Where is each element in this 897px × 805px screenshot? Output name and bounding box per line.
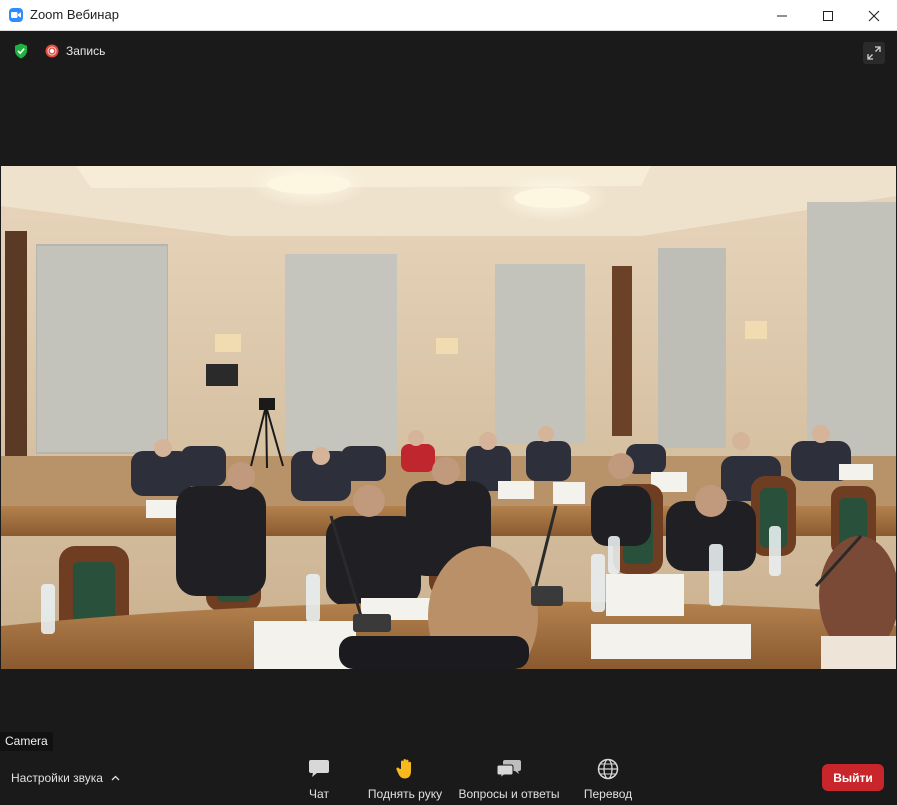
- raise-hand-button[interactable]: Поднять руку: [362, 756, 448, 801]
- window-title: Zoom Вебинар: [30, 7, 119, 22]
- raise-hand-icon: [396, 759, 411, 779]
- shield-check-icon[interactable]: [14, 43, 28, 59]
- translation-label: Перевод: [583, 787, 633, 801]
- qa-label: Вопросы и ответы: [458, 787, 560, 801]
- chat-label: Чат: [309, 787, 329, 801]
- maximize-icon: [823, 10, 833, 21]
- leave-button[interactable]: Выйти: [822, 764, 884, 791]
- qa-icon: [496, 760, 521, 779]
- window-titlebar: Zoom Вебинар: [0, 0, 897, 31]
- chevron-up-icon: [111, 775, 120, 781]
- audio-settings-label: Настройки звука: [11, 771, 103, 785]
- close-button[interactable]: [851, 0, 897, 31]
- minimize-button[interactable]: [759, 0, 805, 31]
- globe-icon: [597, 758, 619, 780]
- chat-button[interactable]: Чат: [300, 756, 338, 801]
- translation-button[interactable]: Перевод: [578, 756, 638, 801]
- recording-label: Запись: [66, 44, 106, 58]
- zoom-app-icon: [9, 8, 23, 22]
- chat-icon: [309, 760, 329, 777]
- fullscreen-icon[interactable]: [863, 42, 885, 64]
- qa-button[interactable]: Вопросы и ответы: [454, 756, 564, 801]
- video-feed: [1, 166, 896, 669]
- raise-hand-label: Поднять руку: [367, 787, 443, 801]
- maximize-button[interactable]: [805, 0, 851, 31]
- audio-settings-button[interactable]: Настройки звука: [11, 771, 120, 785]
- meeting-toolbar: Настройки звука Чат Поднять руку Вопросы…: [0, 752, 897, 805]
- recording-icon: [45, 44, 59, 58]
- close-icon: [868, 10, 880, 21]
- minimize-icon: [777, 15, 787, 16]
- video-name-label: Camera: [0, 732, 53, 751]
